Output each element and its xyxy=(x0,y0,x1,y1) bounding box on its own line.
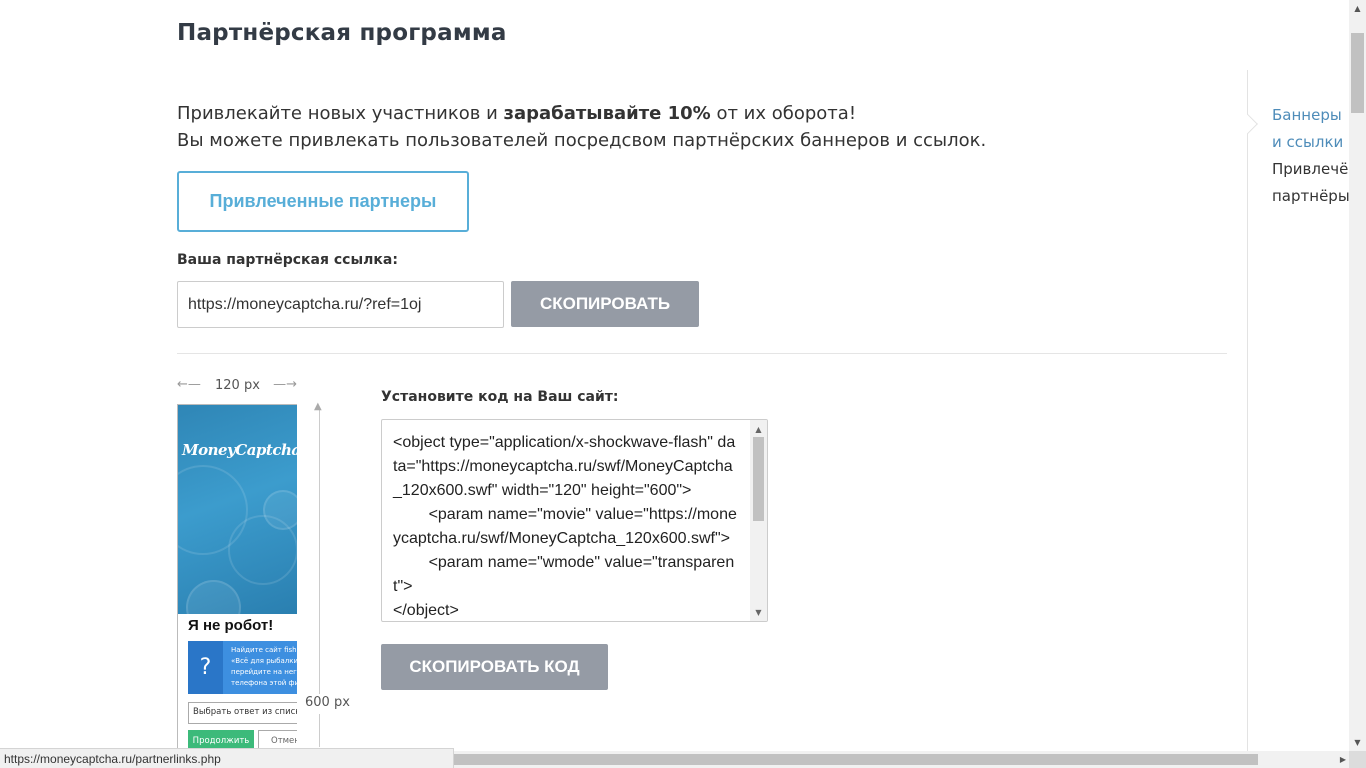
page-title: Партнёрская программа xyxy=(177,20,507,46)
banner-preview[interactable]: MoneyCaptcha Я не робот! ? Найдите сайт … xyxy=(177,404,297,754)
copy-code-button[interactable]: СКОПИРОВАТЬ КОД xyxy=(381,644,608,690)
banner-header: MoneyCaptcha xyxy=(178,405,297,614)
question-line: телефона этой фи xyxy=(231,679,297,687)
moneycaptcha-logo: MoneyCaptcha xyxy=(182,441,297,459)
intro-highlight: зарабатывайте 10% xyxy=(503,103,711,124)
arrow-right-icon: —→ xyxy=(273,377,297,392)
banner-decor-circle xyxy=(263,490,297,530)
banner-width-indicator: ←— 120 px —→ xyxy=(177,377,297,395)
intro-line-1: Привлекайте новых участников и зарабатыв… xyxy=(177,100,986,127)
scroll-up-icon[interactable]: ▲ xyxy=(750,422,767,436)
embed-code-label: Установите код на Ваш сайт: xyxy=(381,389,619,405)
scroll-down-icon[interactable]: ▼ xyxy=(1349,734,1366,751)
status-bar-url: https://moneycaptcha.ru/partnerlinks.php xyxy=(0,748,454,768)
intro-line-1-end: от их оборота! xyxy=(710,103,857,124)
question-line: перейдите на него xyxy=(231,668,297,676)
scroll-up-icon[interactable]: ▲ xyxy=(1349,0,1366,17)
code-scrollbar[interactable]: ▲ ▼ xyxy=(750,420,767,621)
intro-line-2: Вы можете привлекать пользователей посре… xyxy=(177,130,987,151)
sidebar-border xyxy=(1247,70,1248,768)
referred-partners-button[interactable]: Привлеченные партнеры xyxy=(177,171,469,232)
question-text: Найдите сайт fishr «Всё для рыбалки пере… xyxy=(231,645,297,689)
embed-code-text[interactable]: <object type="application/x-shockwave-fl… xyxy=(393,431,738,621)
banner-width-label: 120 px xyxy=(215,378,260,393)
scroll-right-icon[interactable]: ▶ xyxy=(1340,751,1346,768)
page-vertical-scrollbar[interactable]: ▲ ▼ xyxy=(1349,0,1366,768)
robot-title: Я не робот! xyxy=(188,617,274,634)
partner-link-label: Ваша партнёрская ссылка: xyxy=(177,252,398,268)
intro-line-1-start: Привлекайте новых участников и xyxy=(177,103,504,124)
banner-decor-circle xyxy=(186,580,241,614)
answer-select[interactable]: Выбрать ответ из списка xyxy=(188,702,297,724)
page-scroll-thumb[interactable] xyxy=(1351,33,1364,113)
scrollbar-corner xyxy=(1349,751,1366,768)
banner-height-label: 600 px xyxy=(305,695,350,710)
arrow-left-icon: ←— xyxy=(177,377,201,392)
embed-code-textarea[interactable]: <object type="application/x-shockwave-fl… xyxy=(381,419,768,622)
question-line: «Всё для рыбалки xyxy=(231,657,297,665)
question-box: ? Найдите сайт fishr «Всё для рыбалки пе… xyxy=(188,641,297,694)
question-icon: ? xyxy=(188,641,223,694)
sidebar-active-marker xyxy=(1238,114,1258,134)
scroll-down-icon[interactable]: ▼ xyxy=(750,605,767,619)
side-nav-referred-partners[interactable]: Привлечённые партнёры xyxy=(1272,156,1366,210)
section-divider xyxy=(177,353,1227,354)
horizontal-scroll-thumb[interactable] xyxy=(440,754,1258,765)
side-nav: Баннеры и ссылки Привлечённые партнёры xyxy=(1272,102,1366,210)
intro-text: Привлекайте новых участников и зарабатыв… xyxy=(177,100,986,154)
partner-link-input[interactable] xyxy=(177,281,504,328)
code-scroll-thumb[interactable] xyxy=(753,437,764,521)
copy-link-button[interactable]: СКОПИРОВАТЬ xyxy=(511,281,699,327)
arrow-up-icon: ▲ xyxy=(314,401,322,412)
side-nav-banners-links[interactable]: Баннеры и ссылки xyxy=(1272,102,1352,156)
question-line: Найдите сайт fishr xyxy=(231,646,297,654)
